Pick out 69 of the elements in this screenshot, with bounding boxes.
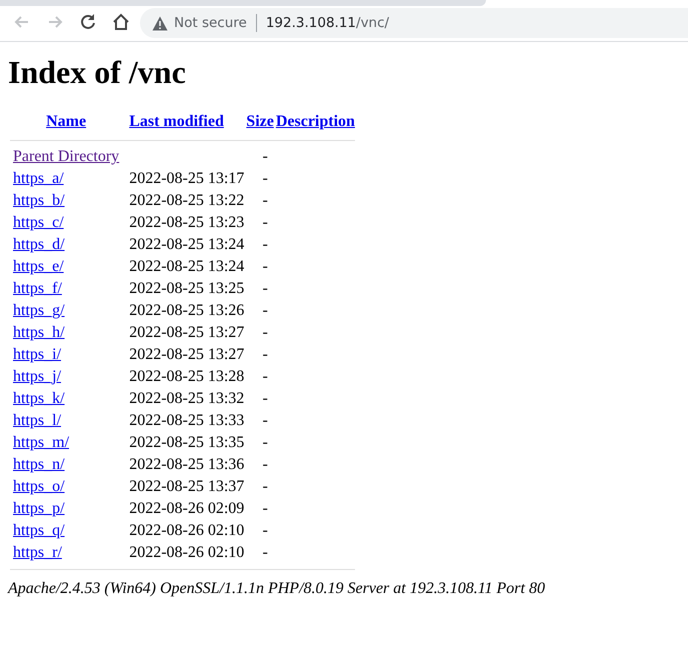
size-value: - [262,368,268,385]
size-value: - [262,280,268,297]
modified-date: 2022-08-25 13:28 [129,368,244,385]
size-value: - [262,148,268,165]
directory-link[interactable]: https_r/ [13,544,62,561]
directory-link[interactable]: https_e/ [13,258,64,275]
home-icon[interactable] [111,12,131,32]
directory-link[interactable]: https_q/ [13,522,65,539]
size-value: - [262,302,268,319]
modified-date: 2022-08-26 02:10 [129,522,244,539]
modified-date: 2022-08-25 13:27 [129,346,244,363]
modified-date: 2022-08-25 13:35 [129,434,244,451]
size-value: - [262,500,268,517]
directory-link[interactable]: https_c/ [13,214,64,231]
server-signature: Apache/2.4.53 (Win64) OpenSSL/1.1.1n PHP/8.0.19 Server at 192.3.108.11 Port 80 [8,579,546,599]
directory-link[interactable]: https_a/ [13,170,64,187]
size-value: - [262,236,268,253]
directory-link[interactable]: https_l/ [13,412,62,429]
page-title: Index of /vnc [8,54,187,90]
size-value: - [262,456,268,473]
address-bar[interactable]: Not secure 192.3.108.11/vnc/ [140,8,688,38]
column-header-link[interactable]: Description [276,113,355,130]
directory-link[interactable]: https_i/ [13,346,62,363]
directory-link[interactable]: https_d/ [13,236,65,253]
directory-link[interactable]: https_g/ [13,302,65,319]
modified-date: 2022-08-25 13:24 [129,236,244,253]
column-header-link[interactable]: Last modified [129,113,224,130]
url-path: /vnc/ [356,14,390,33]
modified-date: 2022-08-25 13:33 [129,412,244,429]
warning-icon [152,16,168,30]
directory-link[interactable]: https_o/ [13,478,65,495]
size-value: - [262,478,268,495]
directory-link[interactable]: https_n/ [13,456,65,473]
directory-link[interactable]: https_b/ [13,192,65,209]
modified-date: 2022-08-25 13:27 [129,324,244,341]
directory-link[interactable]: https_h/ [13,324,65,341]
url-host: 192.3.108.11 [266,14,356,33]
modified-date: 2022-08-25 13:23 [129,214,244,231]
modified-date: 2022-08-25 13:25 [129,280,244,297]
size-value: - [262,170,268,187]
directory-link[interactable]: https_m/ [13,434,70,451]
size-value: - [262,412,268,429]
size-value: - [262,192,268,209]
column-header-link[interactable]: Name [46,113,86,130]
directory-link[interactable]: https_j/ [13,368,62,385]
size-value: - [262,544,268,561]
directory-link[interactable]: https_p/ [13,500,65,517]
modified-date: 2022-08-25 13:26 [129,302,244,319]
directory-link[interactable]: Parent Directory [13,148,120,165]
size-value: - [262,324,268,341]
modified-date: 2022-08-25 13:17 [129,170,244,187]
security-label: Not secure [174,14,247,33]
size-value: - [262,258,268,275]
size-value: - [262,214,268,231]
size-value: - [262,390,268,407]
size-value: - [262,522,268,539]
column-header-link[interactable]: Size [246,113,274,130]
modified-date: 2022-08-26 02:09 [129,500,244,517]
modified-date: 2022-08-25 13:32 [129,390,244,407]
directory-link[interactable]: https_f/ [13,280,62,297]
modified-date: 2022-08-26 02:10 [129,544,244,561]
modified-date: 2022-08-25 13:24 [129,258,244,275]
size-value: - [262,346,268,363]
directory-link[interactable]: https_k/ [13,390,65,407]
reload-icon[interactable] [78,12,98,32]
modified-date: 2022-08-25 13:22 [129,192,244,209]
modified-date: 2022-08-25 13:37 [129,478,244,495]
size-value: - [262,434,268,451]
modified-date: 2022-08-25 13:36 [129,456,244,473]
